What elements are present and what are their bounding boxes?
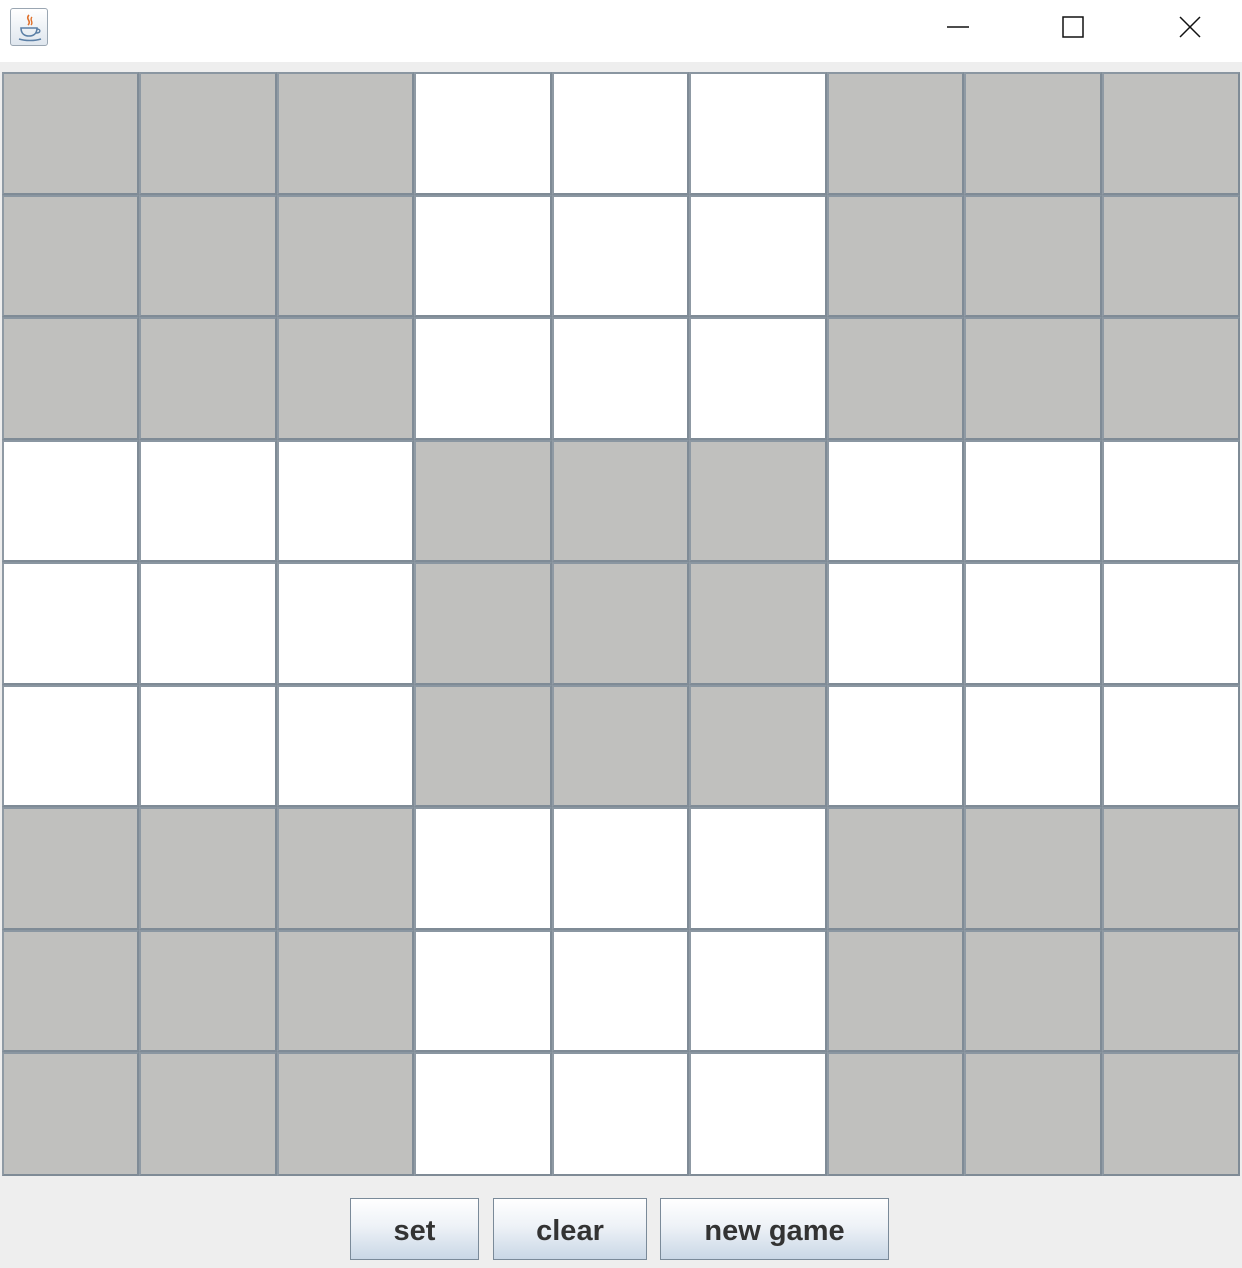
sudoku-cell-r2-c1[interactable] (2, 195, 139, 317)
sudoku-cell-r4-c6[interactable] (689, 440, 827, 562)
sudoku-cell-r9-c9[interactable] (1102, 1052, 1240, 1176)
minimize-icon (947, 26, 969, 28)
sudoku-cell-r4-c2[interactable] (139, 440, 277, 562)
sudoku-cell-r3-c5[interactable] (552, 317, 689, 440)
sudoku-cell-r9-c1[interactable] (2, 1052, 139, 1176)
sudoku-cell-r2-c7[interactable] (827, 195, 964, 317)
sudoku-cell-r2-c5[interactable] (552, 195, 689, 317)
sudoku-cell-r3-c9[interactable] (1102, 317, 1240, 440)
sudoku-board (2, 72, 1240, 1176)
sudoku-cell-r6-c5[interactable] (552, 685, 689, 807)
sudoku-cell-r6-c9[interactable] (1102, 685, 1240, 807)
sudoku-cell-r7-c3[interactable] (277, 807, 414, 930)
sudoku-cell-r6-c4[interactable] (414, 685, 552, 807)
sudoku-cell-r1-c7[interactable] (827, 72, 964, 195)
sudoku-cell-r6-c2[interactable] (139, 685, 277, 807)
sudoku-cell-r6-c1[interactable] (2, 685, 139, 807)
sudoku-cell-r6-c6[interactable] (689, 685, 827, 807)
new-game-button[interactable]: new game (660, 1198, 889, 1260)
sudoku-cell-r9-c3[interactable] (277, 1052, 414, 1176)
sudoku-cell-r2-c2[interactable] (139, 195, 277, 317)
sudoku-cell-r4-c5[interactable] (552, 440, 689, 562)
sudoku-cell-r4-c3[interactable] (277, 440, 414, 562)
sudoku-cell-r7-c6[interactable] (689, 807, 827, 930)
sudoku-cell-r2-c8[interactable] (964, 195, 1102, 317)
sudoku-cell-r7-c5[interactable] (552, 807, 689, 930)
sudoku-cell-r8-c3[interactable] (277, 930, 414, 1052)
sudoku-cell-r6-c7[interactable] (827, 685, 964, 807)
sudoku-cell-r2-c9[interactable] (1102, 195, 1240, 317)
sudoku-cell-r7-c1[interactable] (2, 807, 139, 930)
sudoku-cell-r8-c7[interactable] (827, 930, 964, 1052)
maximize-icon (1062, 16, 1084, 38)
sudoku-cell-r7-c7[interactable] (827, 807, 964, 930)
sudoku-cell-r5-c8[interactable] (964, 562, 1102, 685)
sudoku-cell-r8-c6[interactable] (689, 930, 827, 1052)
button-bar: set clear new game (0, 1196, 1242, 1264)
sudoku-cell-r1-c6[interactable] (689, 72, 827, 195)
sudoku-cell-r6-c3[interactable] (277, 685, 414, 807)
sudoku-cell-r9-c5[interactable] (552, 1052, 689, 1176)
java-coffee-cup-icon[interactable] (10, 8, 48, 46)
sudoku-cell-r5-c4[interactable] (414, 562, 552, 685)
sudoku-cell-r7-c2[interactable] (139, 807, 277, 930)
maximize-button[interactable] (1043, 0, 1103, 54)
sudoku-cell-r8-c4[interactable] (414, 930, 552, 1052)
sudoku-cell-r8-c8[interactable] (964, 930, 1102, 1052)
sudoku-cell-r1-c1[interactable] (2, 72, 139, 195)
sudoku-cell-r7-c8[interactable] (964, 807, 1102, 930)
sudoku-cell-r3-c6[interactable] (689, 317, 827, 440)
sudoku-cell-r3-c7[interactable] (827, 317, 964, 440)
sudoku-cell-r1-c9[interactable] (1102, 72, 1240, 195)
sudoku-cell-r8-c9[interactable] (1102, 930, 1240, 1052)
sudoku-cell-r5-c6[interactable] (689, 562, 827, 685)
sudoku-cell-r4-c4[interactable] (414, 440, 552, 562)
sudoku-cell-r4-c1[interactable] (2, 440, 139, 562)
sudoku-cell-r9-c2[interactable] (139, 1052, 277, 1176)
sudoku-cell-r8-c5[interactable] (552, 930, 689, 1052)
sudoku-cell-r4-c8[interactable] (964, 440, 1102, 562)
sudoku-cell-r6-c8[interactable] (964, 685, 1102, 807)
sudoku-cell-r5-c3[interactable] (277, 562, 414, 685)
sudoku-cell-r4-c9[interactable] (1102, 440, 1240, 562)
sudoku-cell-r9-c7[interactable] (827, 1052, 964, 1176)
sudoku-cell-r3-c3[interactable] (277, 317, 414, 440)
clear-button[interactable]: clear (493, 1198, 647, 1260)
sudoku-cell-r1-c5[interactable] (552, 72, 689, 195)
sudoku-cell-r2-c4[interactable] (414, 195, 552, 317)
title-bar (0, 0, 1242, 62)
minimize-button[interactable] (928, 0, 988, 54)
sudoku-cell-r1-c3[interactable] (277, 72, 414, 195)
sudoku-cell-r3-c8[interactable] (964, 317, 1102, 440)
sudoku-cell-r9-c6[interactable] (689, 1052, 827, 1176)
sudoku-cell-r8-c1[interactable] (2, 930, 139, 1052)
sudoku-cell-r2-c3[interactable] (277, 195, 414, 317)
sudoku-cell-r5-c9[interactable] (1102, 562, 1240, 685)
sudoku-cell-r5-c2[interactable] (139, 562, 277, 685)
sudoku-cell-r4-c7[interactable] (827, 440, 964, 562)
sudoku-cell-r1-c8[interactable] (964, 72, 1102, 195)
sudoku-cell-r9-c8[interactable] (964, 1052, 1102, 1176)
sudoku-cell-r5-c1[interactable] (2, 562, 139, 685)
sudoku-cell-r1-c4[interactable] (414, 72, 552, 195)
sudoku-cell-r8-c2[interactable] (139, 930, 277, 1052)
sudoku-cell-r3-c2[interactable] (139, 317, 277, 440)
sudoku-cell-r9-c4[interactable] (414, 1052, 552, 1176)
sudoku-cell-r5-c5[interactable] (552, 562, 689, 685)
close-button[interactable] (1160, 0, 1220, 54)
sudoku-cell-r3-c1[interactable] (2, 317, 139, 440)
sudoku-cell-r2-c6[interactable] (689, 195, 827, 317)
sudoku-cell-r7-c4[interactable] (414, 807, 552, 930)
sudoku-cell-r7-c9[interactable] (1102, 807, 1240, 930)
sudoku-cell-r1-c2[interactable] (139, 72, 277, 195)
sudoku-cell-r3-c4[interactable] (414, 317, 552, 440)
close-icon (1179, 16, 1201, 38)
sudoku-cell-r5-c7[interactable] (827, 562, 964, 685)
set-button[interactable]: set (350, 1198, 479, 1260)
